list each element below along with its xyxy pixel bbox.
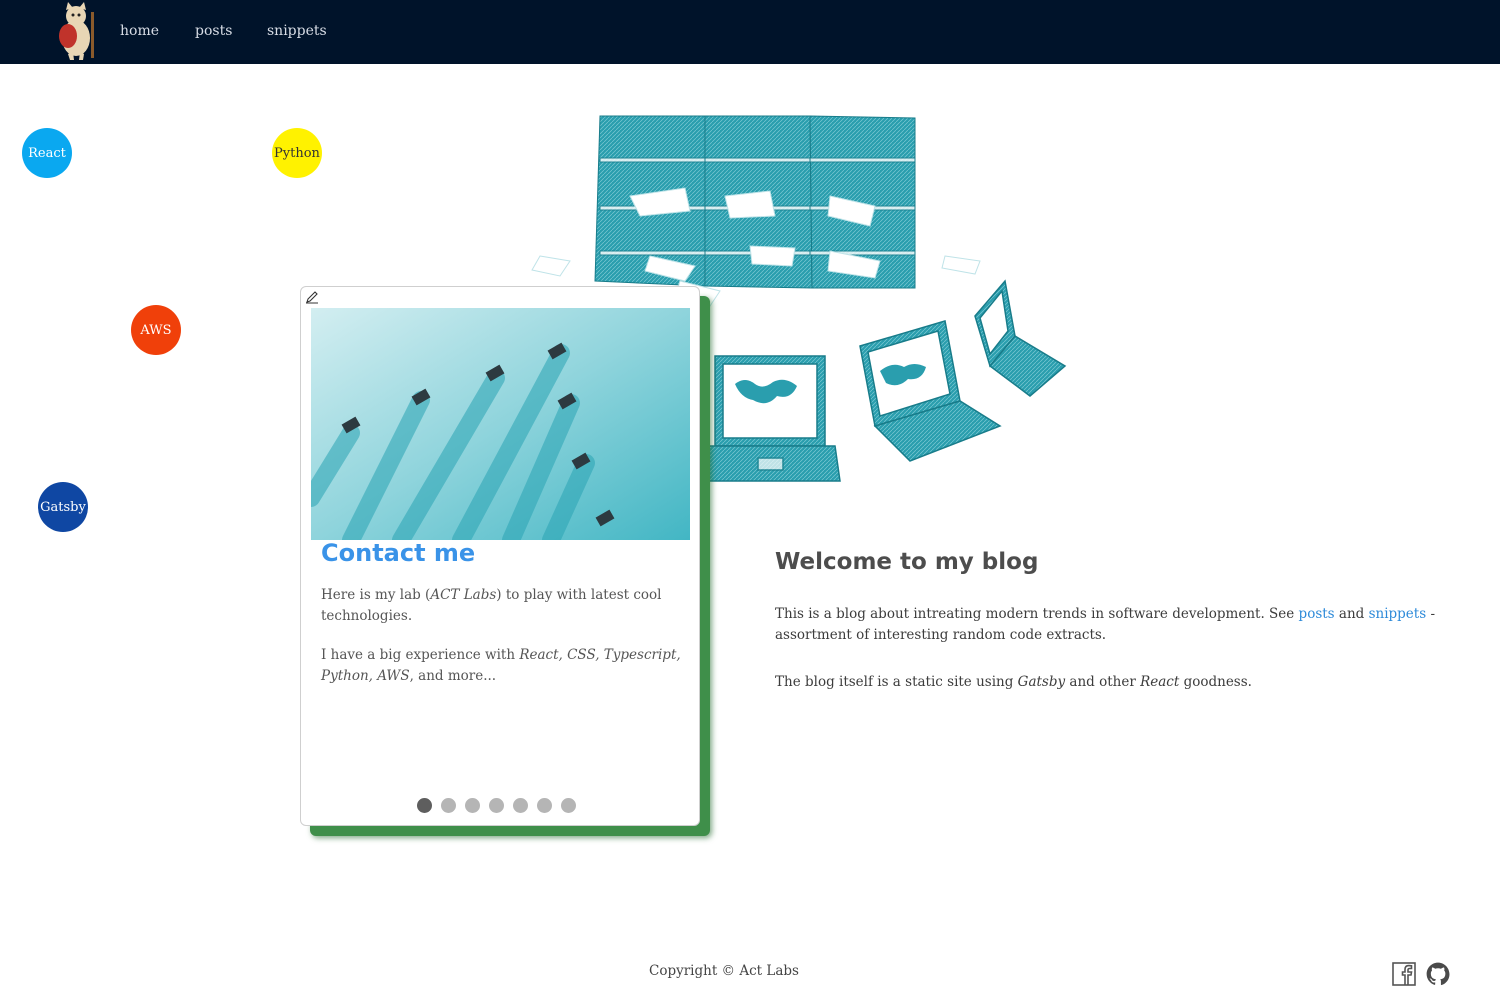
satellites-image	[311, 308, 690, 540]
carousel-dot[interactable]	[561, 798, 576, 813]
bubble-label: Gatsby	[40, 499, 86, 515]
nav-link-home[interactable]: home	[120, 23, 159, 39]
carousel-dot[interactable]	[441, 798, 456, 813]
nav-link-posts[interactable]: posts	[195, 23, 232, 39]
posts-link[interactable]: posts	[1299, 606, 1335, 622]
card-title: Contact me	[321, 539, 476, 567]
top-nav-bar: home posts snippets	[0, 0, 1500, 64]
carousel-dot[interactable]	[465, 798, 480, 813]
bubble-react[interactable]: React	[22, 128, 72, 178]
carousel-dot[interactable]	[513, 798, 528, 813]
facebook-icon[interactable]	[1392, 962, 1416, 986]
carousel-dot[interactable]	[489, 798, 504, 813]
carousel-dots	[417, 798, 576, 813]
cat-logo[interactable]	[48, 2, 104, 60]
welcome-title: Welcome to my blog	[775, 549, 1039, 575]
card-paragraph: Here is my lab (ACT Labs) to play with l…	[321, 587, 662, 624]
copyright-text: Copyright © Act Labs	[649, 963, 799, 979]
carousel-card: Contact me Here is my lab (ACT Labs) to …	[300, 286, 700, 826]
bubble-gatsby[interactable]: Gatsby	[38, 482, 88, 532]
pencil-icon[interactable]	[305, 290, 319, 304]
carousel-dot[interactable]	[417, 798, 432, 813]
bubble-label: React	[28, 145, 66, 161]
nav-link-snippets[interactable]: snippets	[267, 23, 327, 39]
bubble-label: AWS	[140, 322, 172, 338]
carousel-dot[interactable]	[537, 798, 552, 813]
snippets-link[interactable]: snippets	[1369, 606, 1427, 622]
card-paragraph: I have a big experience with React, CSS,…	[321, 647, 681, 684]
github-icon[interactable]	[1425, 961, 1451, 987]
bubble-python[interactable]: Python	[272, 128, 322, 178]
welcome-paragraph: This is a blog about intreating modern t…	[775, 606, 1436, 643]
welcome-paragraph: The blog itself is a static site using G…	[775, 674, 1252, 690]
bubble-label: Python	[274, 145, 320, 161]
bubble-aws[interactable]: AWS	[131, 305, 181, 355]
